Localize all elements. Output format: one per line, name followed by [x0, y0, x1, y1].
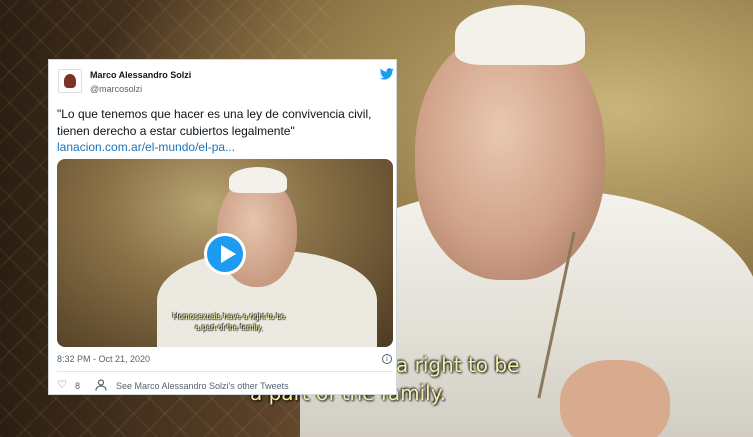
author-name[interactable]: Marco Alessandro Solzi: [90, 70, 191, 80]
video-subtitle-line1: Homosexuals have a right to be: [172, 312, 286, 321]
play-button[interactable]: [204, 233, 246, 275]
divider: [57, 371, 393, 372]
video-thumbnail[interactable]: Homosexuals have a right to be a part of…: [57, 159, 393, 347]
article-link[interactable]: lanacion.com.ar/el-mundo/el-pa...: [57, 140, 235, 154]
other-tweets-link[interactable]: See Marco Alessandro Solzi's other Tweet…: [116, 381, 289, 391]
like-count[interactable]: 8: [75, 381, 80, 391]
background-subtitle-line1: a right to be: [396, 353, 520, 377]
person-icon: [95, 379, 107, 391]
background-figure-head: [415, 30, 605, 280]
avatar-image: [64, 74, 76, 88]
avatar[interactable]: [58, 69, 82, 93]
author-handle[interactable]: @marcosolzi: [90, 84, 142, 94]
video-figure-cap: [229, 167, 287, 193]
background-figure-cap: [455, 5, 585, 65]
info-icon[interactable]: i: [382, 354, 392, 364]
tweet-timestamp[interactable]: 8:32 PM - Oct 21, 2020: [57, 354, 150, 364]
heart-icon[interactable]: ♡: [57, 379, 67, 391]
tweet-text: "Lo que tenemos que hacer es una ley de …: [57, 107, 372, 138]
twitter-bird-icon[interactable]: [380, 68, 394, 80]
tweet-card[interactable]: Marco Alessandro Solzi @marcosolzi "Lo q…: [48, 59, 397, 395]
play-icon: [221, 245, 236, 263]
video-subtitle-line2: a part of the family.: [195, 323, 263, 332]
